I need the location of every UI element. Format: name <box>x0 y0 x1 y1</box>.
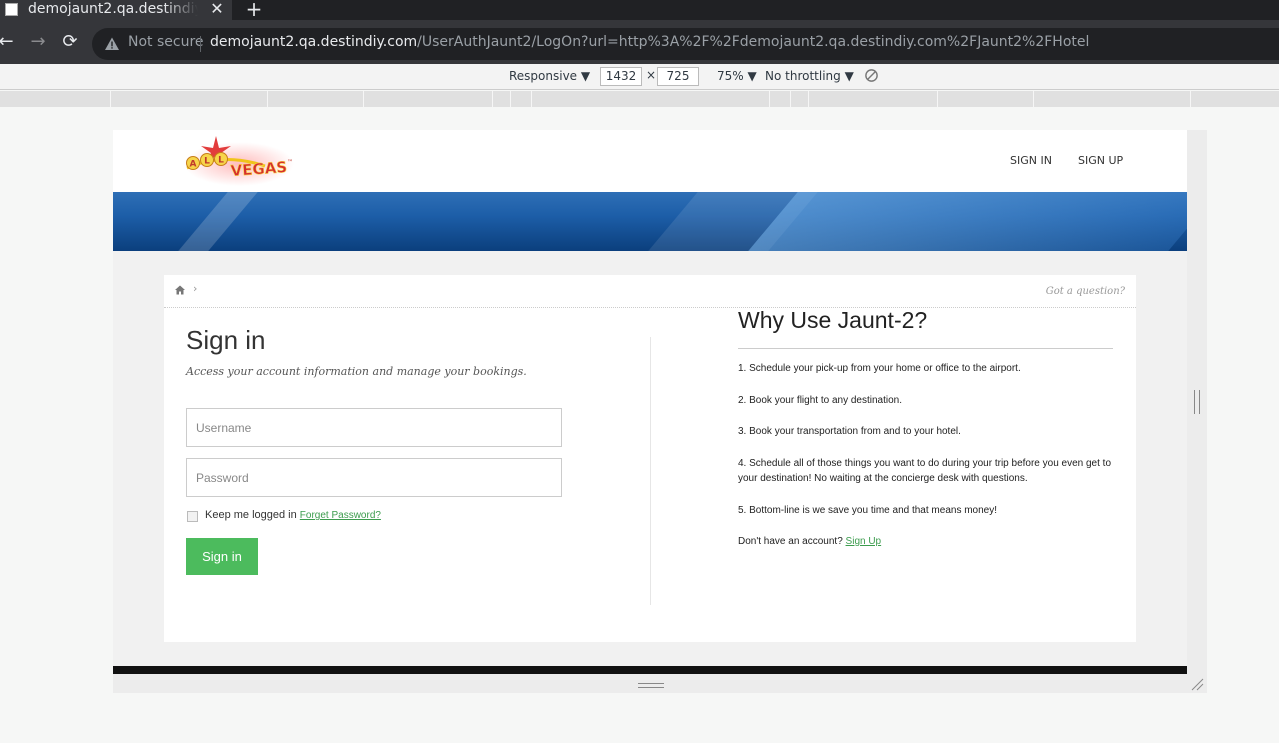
ruler-segment[interactable] <box>790 91 808 107</box>
dimension-separator: × <box>646 68 657 82</box>
device-toolbar: Responsive ▼ 1432 × 725 75% ▼ No throttl… <box>0 64 1279 90</box>
nav-sign-up-link[interactable]: SIGN UP <box>1078 154 1123 167</box>
ruler-segment[interactable] <box>769 91 790 107</box>
device-select[interactable]: Responsive ▼ <box>509 69 590 83</box>
browser-tab[interactable]: demojaunt2.qa.destindiy.com ✕ <box>0 0 232 20</box>
signin-card: › Got a question? Sign in Access your ac… <box>164 275 1136 642</box>
right-resize-handle[interactable] <box>1194 390 1200 414</box>
banner-light-streak <box>178 192 258 251</box>
home-icon[interactable] <box>175 285 185 295</box>
column-divider <box>650 337 651 605</box>
ruler-segment[interactable] <box>110 91 267 107</box>
why-list-item: 3. Book your transportation from and to … <box>738 426 961 437</box>
omnibox-divider <box>200 36 201 52</box>
browser-tab-strip: demojaunt2.qa.destindiy.com ✕ + <box>0 0 1279 20</box>
sign-up-link[interactable]: Sign Up <box>846 536 882 547</box>
why-list-item: 1. Schedule your pick-up from your home … <box>738 363 1021 374</box>
signup-prompt-text: Don't have an account? <box>738 536 843 547</box>
viewport-width-input[interactable]: 1432 <box>600 67 642 86</box>
tab-close-icon[interactable]: ✕ <box>208 0 226 18</box>
password-input[interactable] <box>186 458 562 497</box>
url-text[interactable]: demojaunt2.qa.destindiy.com/UserAuthJaun… <box>210 34 1089 50</box>
corner-resize-icon[interactable] <box>1190 677 1204 691</box>
ruler-segment[interactable] <box>1190 91 1279 107</box>
keep-logged-in-row: Keep me logged in Forget Password? <box>205 509 381 521</box>
all-vegas-logo[interactable]: A L L VEGAS ™ <box>183 134 295 188</box>
breadcrumb: › Got a question? <box>164 275 1136 308</box>
ruler-segment[interactable] <box>363 91 492 107</box>
url-path: /UserAuthJaunt2/LogOn?url=http%3A%2F%2Fd… <box>417 34 1090 50</box>
ruler-segment[interactable] <box>531 91 769 107</box>
ruler-segment[interactable] <box>510 91 531 107</box>
banner-light-streak <box>748 192 1187 251</box>
new-tab-button[interactable]: + <box>244 0 264 20</box>
back-arrow-icon[interactable]: ← <box>0 32 16 52</box>
forward-arrow-icon[interactable]: → <box>28 32 48 52</box>
hero-banner <box>113 192 1187 251</box>
sign-in-button[interactable]: Sign in <box>186 538 258 575</box>
bottom-resize-handle[interactable] <box>638 683 664 688</box>
keep-logged-in-label: Keep me logged in <box>205 509 297 521</box>
logo-trademark: ™ <box>287 159 293 166</box>
signin-subtitle: Access your account information and mana… <box>186 365 527 378</box>
username-input[interactable] <box>186 408 562 447</box>
logo-letter: A <box>190 160 197 170</box>
why-list-item: 5. Bottom-line is we save you time and t… <box>738 505 998 516</box>
ruler-segment[interactable] <box>937 91 1033 107</box>
signup-prompt: Don't have an account? Sign Up <box>738 534 1113 549</box>
site-footer-bar <box>113 666 1187 674</box>
why-heading: Why Use Jaunt-2? <box>738 307 928 333</box>
ruler-segment[interactable] <box>267 91 363 107</box>
why-heading-rule <box>738 348 1113 349</box>
viewport-height-input[interactable]: 725 <box>657 67 699 86</box>
page-favicon-icon <box>5 3 18 16</box>
signin-heading: Sign in <box>186 325 266 355</box>
warning-triangle-icon[interactable] <box>104 36 120 52</box>
nav-sign-in-link[interactable]: SIGN IN <box>1010 154 1052 167</box>
why-list-item: 4. Schedule all of those things you want… <box>738 458 1112 484</box>
emulated-viewport: A L L VEGAS ™ SIGN IN SIGN UP › Got a qu… <box>113 130 1187 674</box>
address-bar-row: ← → ⟳ Not secure demojaunt2.qa.destindiy… <box>0 20 1279 64</box>
keep-logged-in-checkbox[interactable] <box>187 511 198 522</box>
why-list-item: 2. Book your flight to any destination. <box>738 395 902 406</box>
tab-title: demojaunt2.qa.destindiy.com <box>28 1 198 17</box>
throttling-select[interactable]: No throttling ▼ <box>765 69 854 83</box>
rotate-disabled-icon[interactable] <box>864 68 879 83</box>
got-question-link[interactable]: Got a question? <box>1046 286 1125 297</box>
ruler-segment[interactable] <box>808 91 937 107</box>
logo-letter: L <box>218 156 224 166</box>
url-host: demojaunt2.qa.destindiy.com <box>210 34 418 50</box>
security-status[interactable]: Not secure <box>128 34 204 50</box>
forget-password-link[interactable]: Forget Password? <box>300 510 381 521</box>
breadcrumb-chevron-icon: › <box>193 282 198 295</box>
ruler-segment[interactable] <box>492 91 510 107</box>
ruler-segment[interactable] <box>1033 91 1190 107</box>
site-header: A L L VEGAS ™ SIGN IN SIGN UP <box>113 130 1187 192</box>
logo-letter: L <box>204 157 210 167</box>
reload-icon[interactable]: ⟳ <box>60 32 80 52</box>
omnibox[interactable]: Not secure demojaunt2.qa.destindiy.com/U… <box>92 28 1279 60</box>
media-query-ruler <box>0 91 1279 107</box>
zoom-select[interactable]: 75% ▼ <box>717 69 757 83</box>
